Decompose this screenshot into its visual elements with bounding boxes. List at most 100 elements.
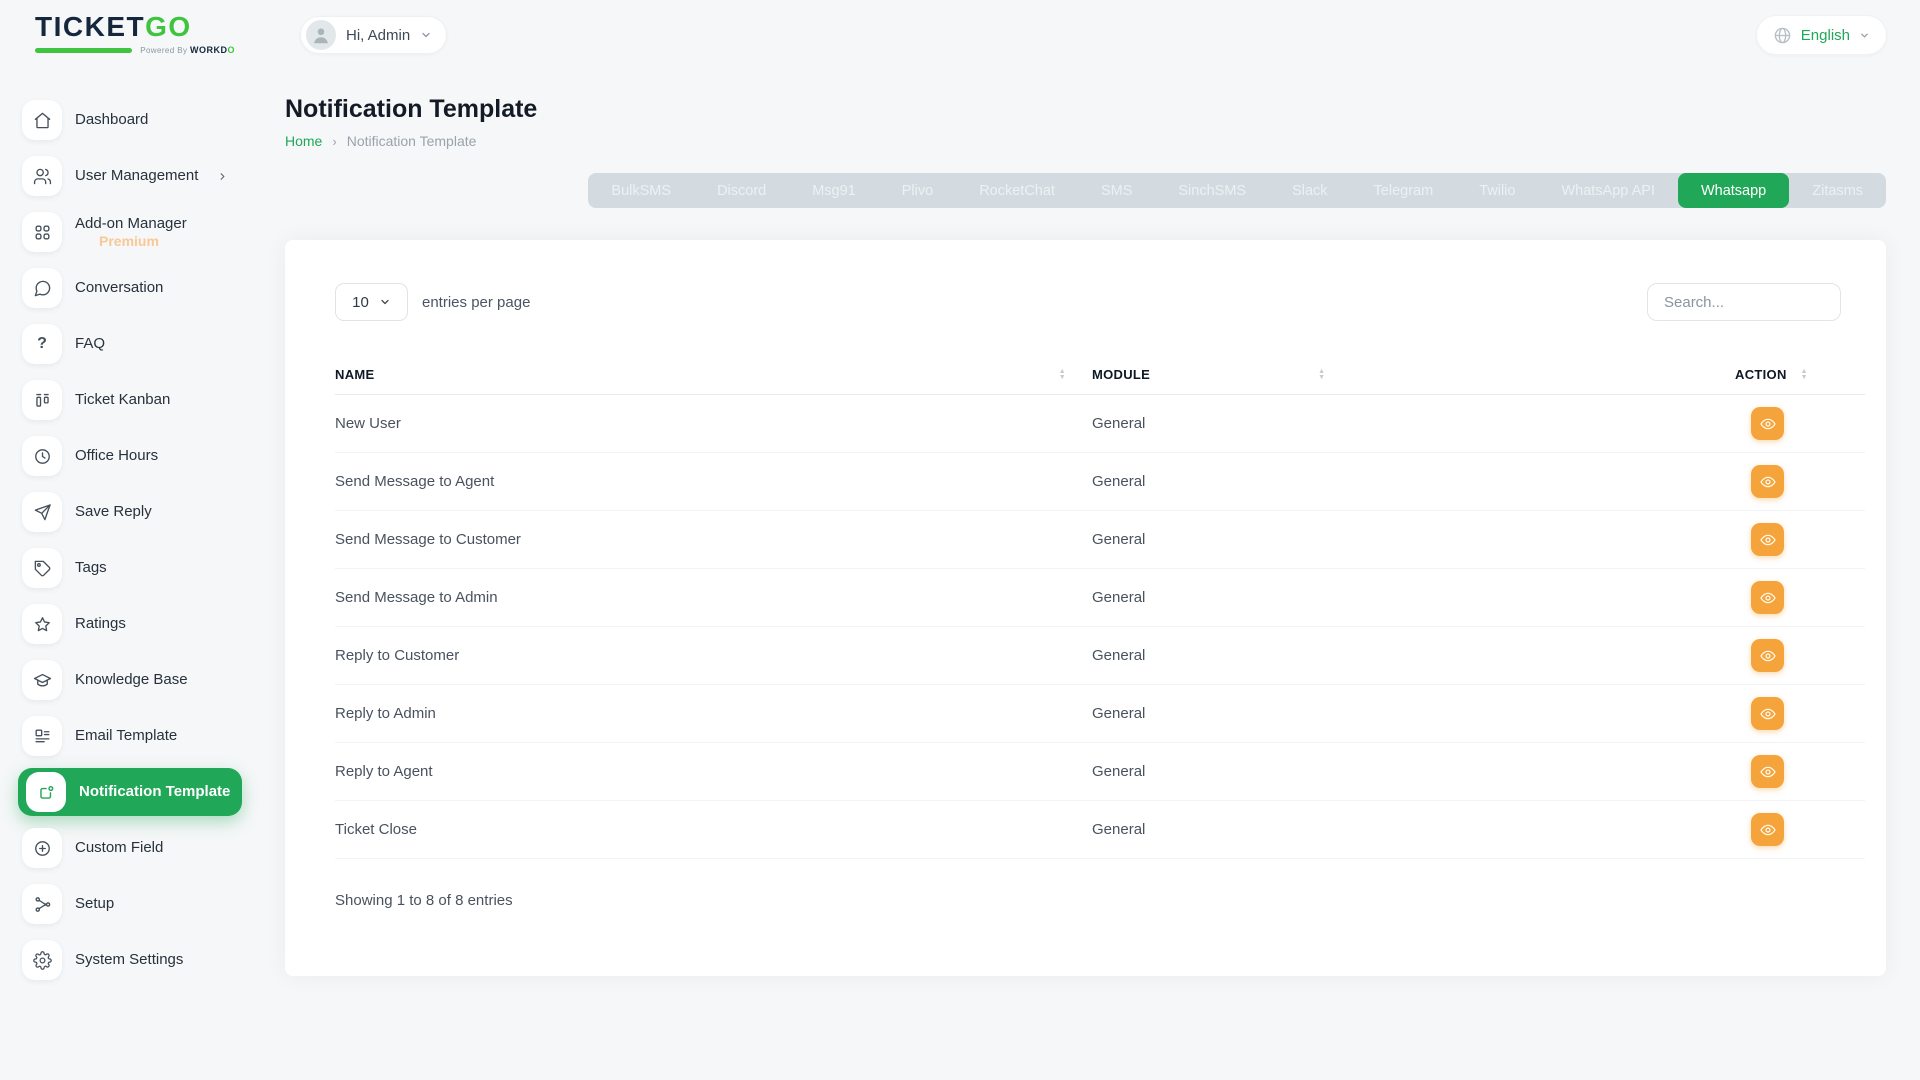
plus-circle-icon: [22, 828, 62, 868]
eye-icon: [1759, 824, 1776, 835]
table-header-row: NAME ▲ ▼ MODULE ▲ ▼ ACTION ▲ ▼: [335, 355, 1865, 395]
tab-sinchsms[interactable]: SinchSMS: [1155, 173, 1269, 208]
eye-icon: [1759, 708, 1776, 719]
view-button[interactable]: [1751, 407, 1784, 440]
tab-bulksms[interactable]: BulkSMS: [588, 173, 694, 208]
sidebar-item-office-hours[interactable]: Office Hours: [18, 428, 242, 484]
tab-slack[interactable]: Slack: [1269, 173, 1350, 208]
tab-sms[interactable]: SMS: [1078, 173, 1155, 208]
sort-icon[interactable]: ▲ ▼: [1059, 368, 1066, 381]
sidebar-item-setup[interactable]: Setup: [18, 876, 242, 932]
tab-msg91[interactable]: Msg91: [789, 173, 879, 208]
sidebar-item-conversation[interactable]: Conversation: [18, 260, 242, 316]
column-header-name[interactable]: NAME ▲ ▼: [335, 367, 1092, 382]
tab-plivo[interactable]: Plivo: [879, 173, 956, 208]
entries-per-page-label: entries per page: [422, 293, 531, 311]
chevron-down-icon: [420, 29, 432, 41]
eye-icon: [1759, 592, 1776, 603]
template-name: Send Message to Customer: [335, 531, 521, 548]
breadcrumb: Home › Notification Template: [285, 133, 537, 149]
star-icon: [22, 604, 62, 644]
entries-per-page-select[interactable]: 10: [335, 283, 408, 321]
search-input[interactable]: [1647, 283, 1841, 321]
template-name: Reply to Agent: [335, 763, 433, 780]
app-logo[interactable]: TICKETGO Powered By WORKDO: [35, 12, 235, 55]
table-row: Send Message to Customer General: [335, 511, 1865, 569]
user-menu[interactable]: Hi, Admin: [300, 16, 448, 54]
logo-underline: [35, 47, 133, 53]
template-module: General: [1092, 531, 1146, 548]
sidebar-item-notification-template[interactable]: Notification Template: [18, 768, 242, 816]
breadcrumb-separator-icon: ›: [332, 133, 337, 149]
sidebar-item-faq[interactable]: ? FAQ: [18, 316, 242, 372]
breadcrumb-home-link[interactable]: Home: [285, 133, 322, 149]
eye-icon: [1759, 418, 1776, 429]
chat-bubble-icon: [22, 268, 62, 308]
sort-icon[interactable]: ▲ ▼: [1801, 368, 1808, 381]
tab-whatsapp-api[interactable]: WhatsApp API: [1538, 173, 1678, 208]
clock-icon: [22, 436, 62, 476]
template-name: Ticket Close: [335, 821, 417, 838]
view-button[interactable]: [1751, 697, 1784, 730]
tab-discord[interactable]: Discord: [694, 173, 789, 208]
question-icon: ?: [22, 324, 62, 364]
sort-icon[interactable]: ▲ ▼: [1318, 368, 1325, 381]
powered-by-label: Powered By WORKDO: [140, 45, 235, 55]
view-button[interactable]: [1751, 465, 1784, 498]
chevron-down-icon: [379, 296, 391, 308]
view-button[interactable]: [1751, 813, 1784, 846]
templates-card: 10 entries per page NAME ▲▼ MODULE ▲▼ AC…: [285, 240, 1886, 976]
sidebar: Dashboard User Management Add-on Manager…: [18, 92, 242, 988]
view-button[interactable]: [1751, 581, 1784, 614]
notification-template-icon: [26, 772, 66, 812]
grid-icon: [22, 212, 62, 252]
column-header-module[interactable]: MODULE ▲ ▼: [1092, 367, 1735, 382]
column-header-action[interactable]: ACTION ▲ ▼: [1735, 367, 1865, 382]
send-icon: [22, 492, 62, 532]
view-button[interactable]: [1751, 639, 1784, 672]
sidebar-item-email-template[interactable]: Email Template: [18, 708, 242, 764]
chevron-down-icon: [1859, 30, 1870, 41]
tab-whatsapp[interactable]: Whatsapp: [1677, 173, 1790, 208]
table-row: Ticket Close General: [335, 801, 1865, 859]
template-module: General: [1092, 473, 1146, 490]
sidebar-item-save-reply[interactable]: Save Reply: [18, 484, 242, 540]
template-module: General: [1092, 705, 1146, 722]
kanban-icon: [22, 380, 62, 420]
tab-telegram[interactable]: Telegram: [1351, 173, 1457, 208]
template-icon: [22, 716, 62, 756]
template-name: Reply to Admin: [335, 705, 436, 722]
template-module: General: [1092, 763, 1146, 780]
sidebar-item-tags[interactable]: Tags: [18, 540, 242, 596]
gear-icon: [22, 940, 62, 980]
user-greeting: Hi, Admin: [346, 26, 411, 44]
template-module: General: [1092, 589, 1146, 606]
table-row: Reply to Agent General: [335, 743, 1865, 801]
table-row: New User General: [335, 395, 1865, 453]
template-name: Reply to Customer: [335, 647, 460, 664]
sidebar-item-ratings[interactable]: Ratings: [18, 596, 242, 652]
sidebar-item-knowledge-base[interactable]: Knowledge Base: [18, 652, 242, 708]
language-label: English: [1800, 26, 1850, 44]
language-selector[interactable]: English: [1755, 15, 1887, 55]
view-button[interactable]: [1751, 523, 1784, 556]
sidebar-item-ticket-kanban[interactable]: Ticket Kanban: [18, 372, 242, 428]
sidebar-item-system-settings[interactable]: System Settings: [18, 932, 242, 988]
tab-zitasms[interactable]: Zitasms: [1789, 173, 1886, 208]
tab-twilio[interactable]: Twilio: [1456, 173, 1538, 208]
sidebar-item-addon-manager[interactable]: Add-on Manager Premium: [18, 204, 242, 260]
channel-tabs: BulkSMS Discord Msg91 Plivo RocketChat S…: [588, 173, 1886, 208]
tab-rocketchat[interactable]: RocketChat: [956, 173, 1078, 208]
sidebar-item-custom-field[interactable]: Custom Field: [18, 820, 242, 876]
sidebar-item-dashboard[interactable]: Dashboard: [18, 92, 242, 148]
table-row: Reply to Customer General: [335, 627, 1865, 685]
page-title: Notification Template: [285, 95, 538, 123]
view-button[interactable]: [1751, 755, 1784, 788]
tag-icon: [22, 548, 62, 588]
table-row: Send Message to Agent General: [335, 453, 1865, 511]
users-icon: [22, 156, 62, 196]
templates-table: NAME ▲ ▼ MODULE ▲ ▼ ACTION ▲ ▼ New User Gen…: [335, 355, 1865, 859]
branch-icon: [22, 884, 62, 924]
eye-icon: [1759, 766, 1776, 777]
sidebar-item-user-management[interactable]: User Management: [18, 148, 242, 204]
